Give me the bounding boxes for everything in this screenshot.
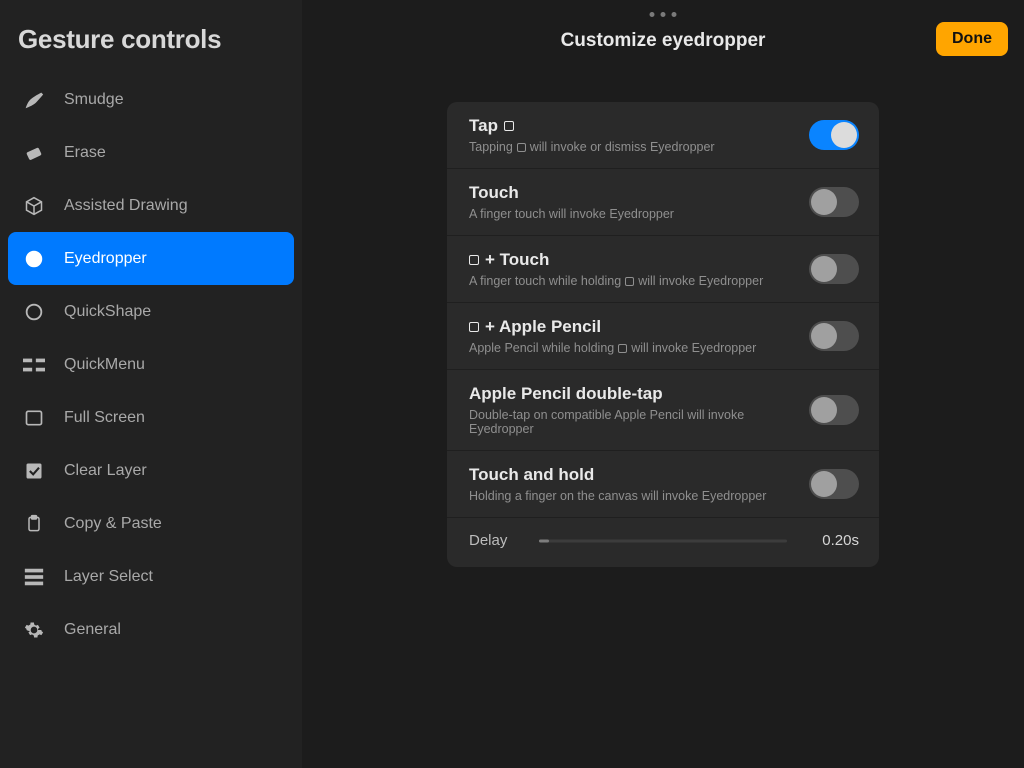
option-touch: Touch A finger touch will invoke Eyedrop… [447, 169, 879, 236]
toggle-touch[interactable] [809, 187, 859, 217]
square-glyph-icon [504, 121, 514, 131]
option-touch-hold: Touch and hold Holding a finger on the c… [447, 451, 879, 518]
sidebar-list: Smudge Erase Assisted Drawing Eyedropper [0, 73, 302, 656]
square-glyph-icon [517, 143, 526, 152]
delay-value: 0.20s [807, 532, 859, 549]
option-desc: Double-tap on compatible Apple Pencil wi… [469, 408, 793, 436]
toggle-square-pencil[interactable] [809, 321, 859, 351]
settings-card: Tap Tapping will invoke or dismiss Eyedr… [447, 102, 879, 567]
quickshape-icon [22, 300, 46, 324]
option-title: Tap [469, 116, 793, 136]
sidebar-item-full-screen[interactable]: Full Screen [8, 391, 294, 444]
option-pencil-doubletap: Apple Pencil double-tap Double-tap on co… [447, 370, 879, 451]
cube-icon [22, 194, 46, 218]
done-button[interactable]: Done [936, 22, 1008, 56]
sidebar-title: Gesture controls [0, 18, 302, 73]
sidebar-item-label: QuickShape [64, 303, 151, 321]
square-glyph-icon [469, 255, 479, 265]
toggle-touch-hold[interactable] [809, 469, 859, 499]
square-glyph-icon [469, 322, 479, 332]
option-square-touch: + Touch A finger touch while holding wil… [447, 236, 879, 303]
sidebar-item-label: Copy & Paste [64, 515, 162, 533]
sidebar-item-eyedropper[interactable]: Eyedropper [8, 232, 294, 285]
option-title: + Touch [469, 250, 793, 270]
sidebar-item-label: Assisted Drawing [64, 197, 188, 215]
sidebar-item-quickshape[interactable]: QuickShape [8, 285, 294, 338]
erase-icon [22, 141, 46, 165]
option-title: Apple Pencil double-tap [469, 384, 793, 404]
main-panel: Customize eyedropper Done Tap Tapping wi… [302, 0, 1024, 768]
delay-row: Delay 0.20s [447, 518, 879, 567]
sidebar: Gesture controls Smudge Erase Assisted D… [0, 0, 302, 768]
target-icon [22, 247, 46, 271]
option-square-pencil: + Apple Pencil Apple Pencil while holdin… [447, 303, 879, 370]
drag-handle-dots-icon[interactable] [650, 12, 677, 17]
option-title: Touch and hold [469, 465, 793, 485]
delay-slider[interactable] [539, 539, 787, 543]
option-desc: Holding a finger on the canvas will invo… [469, 489, 793, 503]
option-desc: A finger touch will invoke Eyedropper [469, 207, 793, 221]
option-desc: Tapping will invoke or dismiss Eyedroppe… [469, 140, 793, 154]
gear-icon [22, 618, 46, 642]
sidebar-item-clear-layer[interactable]: Clear Layer [8, 444, 294, 497]
option-desc: A finger touch while holding will invoke… [469, 274, 793, 288]
sidebar-item-general[interactable]: General [8, 603, 294, 656]
option-desc: Apple Pencil while holding will invoke E… [469, 341, 793, 355]
square-glyph-icon [625, 277, 634, 286]
sidebar-item-assisted-drawing[interactable]: Assisted Drawing [8, 179, 294, 232]
sidebar-item-label: Clear Layer [64, 462, 147, 480]
page-title: Customize eyedropper [302, 0, 1024, 52]
sidebar-item-erase[interactable]: Erase [8, 126, 294, 179]
layers-icon [22, 565, 46, 589]
sidebar-item-copy-paste[interactable]: Copy & Paste [8, 497, 294, 550]
square-glyph-icon [618, 344, 627, 353]
sidebar-item-smudge[interactable]: Smudge [8, 73, 294, 126]
slider-fill [539, 539, 549, 542]
toggle-tap[interactable] [809, 120, 859, 150]
option-title: Touch [469, 183, 793, 203]
sidebar-item-label: QuickMenu [64, 356, 145, 374]
clipboard-icon [22, 512, 46, 536]
smudge-icon [22, 88, 46, 112]
fullscreen-icon [22, 406, 46, 430]
sidebar-item-label: Full Screen [64, 409, 145, 427]
sidebar-item-layer-select[interactable]: Layer Select [8, 550, 294, 603]
sidebar-item-label: General [64, 621, 121, 639]
option-tap: Tap Tapping will invoke or dismiss Eyedr… [447, 102, 879, 169]
delay-label: Delay [469, 532, 519, 549]
sidebar-item-label: Layer Select [64, 568, 153, 586]
checkbox-icon [22, 459, 46, 483]
sidebar-item-quickmenu[interactable]: QuickMenu [8, 338, 294, 391]
option-title: + Apple Pencil [469, 317, 793, 337]
toggle-square-touch[interactable] [809, 254, 859, 284]
toggle-pencil-doubletap[interactable] [809, 395, 859, 425]
sidebar-item-label: Smudge [64, 91, 124, 109]
quickmenu-icon [22, 353, 46, 377]
sidebar-item-label: Erase [64, 144, 106, 162]
sidebar-item-label: Eyedropper [64, 250, 147, 268]
